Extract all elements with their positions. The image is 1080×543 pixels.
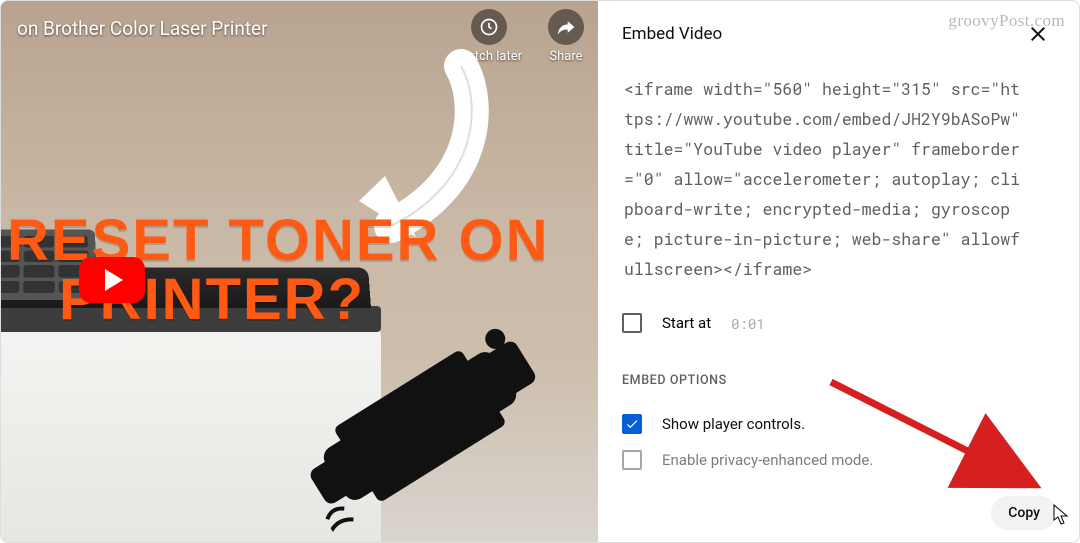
share-label: Share	[549, 49, 582, 64]
check-icon	[625, 417, 639, 431]
privacy-mode-label: Enable privacy-enhanced mode.	[662, 451, 873, 469]
share-button[interactable]: Share	[548, 9, 584, 64]
copy-button[interactable]: Copy	[991, 496, 1057, 530]
start-at-label: Start at	[662, 314, 711, 332]
close-button[interactable]	[1021, 17, 1055, 51]
embed-panel: Embed Video <iframe width="560" height="…	[598, 1, 1079, 542]
video-thumbnail[interactable]: on Brother Color Laser Printer Watch lat…	[1, 1, 598, 542]
privacy-mode-checkbox[interactable]	[622, 450, 642, 470]
close-icon	[1026, 22, 1050, 46]
show-controls-label: Show player controls.	[662, 415, 805, 433]
embed-code-text[interactable]: <iframe width="560" height="315" src="ht…	[622, 65, 1067, 303]
video-title: on Brother Color Laser Printer	[17, 17, 268, 40]
clock-icon	[471, 9, 507, 45]
panel-scroll-area[interactable]: <iframe width="560" height="315" src="ht…	[598, 65, 1079, 485]
start-at-time[interactable]: 0:01	[731, 314, 765, 333]
embed-options-heading: EMBED OPTIONS	[622, 373, 1067, 388]
play-button[interactable]	[79, 257, 145, 303]
share-icon	[548, 9, 584, 45]
start-at-checkbox[interactable]	[622, 313, 642, 333]
panel-title: Embed Video	[622, 24, 722, 44]
show-controls-checkbox[interactable]	[622, 414, 642, 434]
